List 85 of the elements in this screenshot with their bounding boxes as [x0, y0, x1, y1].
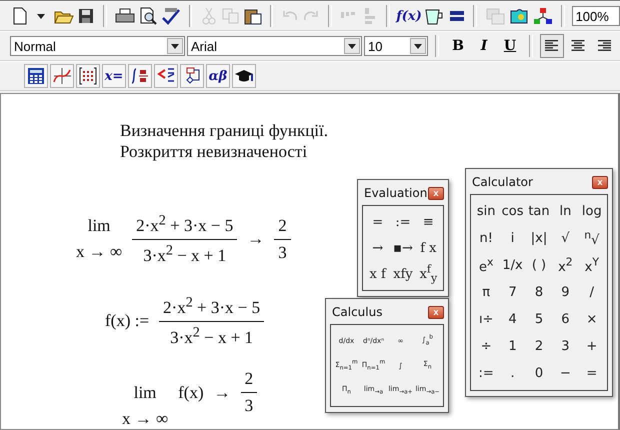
- heading-text: Розкриття невизначеності: [120, 141, 308, 162]
- graph-icon[interactable]: [50, 64, 74, 88]
- palette-button[interactable]: log: [578, 199, 605, 224]
- zoom-field[interactable]: 100%: [572, 6, 620, 26]
- integral-icon[interactable]: [128, 64, 152, 88]
- caret-icon[interactable]: [167, 38, 183, 54]
- fraction-numerator: 2·x$^{2}$ + 3·x − 5: [159, 294, 264, 322]
- palette-button[interactable]: /: [578, 280, 605, 305]
- limit-variable: x → ∞: [76, 241, 122, 264]
- palette-button[interactable]: 5: [526, 307, 552, 332]
- palette-button[interactable]: ( ): [526, 253, 552, 278]
- result-numerator: 2: [240, 369, 258, 393]
- fraction-numerator: 2·x$^{2}$ + 3·x − 5: [132, 212, 238, 240]
- palette-button[interactable]: ı÷: [473, 307, 500, 332]
- palette-button[interactable]: 8: [526, 280, 552, 305]
- result-numerator: 2: [274, 216, 291, 240]
- palette-button[interactable]: 1: [499, 334, 526, 359]
- palette-button[interactable]: |x|: [526, 226, 552, 251]
- palette-button[interactable]: n!: [473, 226, 500, 251]
- calculator-icon[interactable]: [24, 64, 48, 88]
- palette-button[interactable]: =: [578, 361, 605, 386]
- palette-button[interactable]: xfy: [390, 262, 416, 286]
- caret-icon[interactable]: [344, 38, 360, 54]
- function-call: f(x): [178, 382, 204, 402]
- palette-button[interactable]: 3: [552, 334, 579, 359]
- palette-button[interactable]: e$^{x}$: [473, 253, 500, 278]
- style-dropdown[interactable]: Normal: [10, 36, 185, 56]
- palette-button[interactable]: √: [552, 226, 579, 251]
- graduation-cap-icon[interactable]: [232, 64, 256, 88]
- palette-button[interactable]: x f: [365, 262, 390, 286]
- palette-button[interactable]: :=: [473, 361, 500, 386]
- limit-operator: lim: [134, 382, 156, 404]
- palette-title: Calculator: [472, 175, 533, 189]
- palette-button[interactable]: .: [499, 361, 526, 386]
- palette-button[interactable]: ≡: [416, 210, 441, 234]
- palette-button[interactable]: tan: [526, 199, 552, 224]
- font-size-dropdown[interactable]: 10: [364, 36, 428, 56]
- function-name: f(x) :=: [105, 311, 150, 332]
- caret-icon[interactable]: [410, 38, 426, 54]
- palette-title: Evaluation: [364, 186, 428, 200]
- palette-button[interactable]: 4: [499, 307, 526, 332]
- palette-button[interactable]: x$^{2}$: [552, 253, 579, 278]
- fraction-denominator: 3·x$^{2}$ − x + 1: [169, 324, 254, 348]
- palette-button[interactable]: cos: [499, 199, 526, 224]
- palette-button[interactable]: 9: [552, 280, 579, 305]
- fraction-denominator: 3·x$^{2}$ − x + 1: [142, 242, 228, 266]
- palette-button[interactable]: :=: [390, 210, 416, 234]
- palette-button[interactable]: ÷: [473, 334, 500, 359]
- arrow-symbol: →: [214, 382, 231, 402]
- align-icon[interactable]: [540, 34, 564, 58]
- limit-operator: lim: [88, 215, 110, 238]
- palette-button[interactable]: x$^{Y}$: [578, 253, 605, 278]
- matrix-icon[interactable]: [76, 64, 100, 88]
- palette-title: Calculus: [332, 305, 382, 319]
- flowchart-icon[interactable]: [180, 64, 204, 88]
- palette-button[interactable]: 0: [526, 361, 552, 386]
- format-button[interactable]: I: [472, 34, 496, 58]
- palette-button[interactable]: 2: [526, 334, 552, 359]
- palette-button[interactable]: →: [365, 236, 390, 260]
- result-denominator: 3: [277, 242, 288, 263]
- palette-button[interactable]: $^{n}$√: [578, 226, 605, 251]
- limit-variable: x → ∞: [122, 408, 168, 430]
- heading-text: Визначення границі функції.: [120, 120, 328, 141]
- palette-button[interactable]: 1/x: [499, 253, 526, 278]
- toolbar-button[interactable]: αβ: [206, 64, 230, 88]
- palette-button[interactable]: i: [499, 226, 526, 251]
- palette-button[interactable]: ▪→: [390, 236, 416, 260]
- palette-button[interactable]: sin: [473, 199, 500, 224]
- format-button[interactable]: U: [498, 34, 522, 58]
- format-button[interactable]: B: [446, 34, 470, 58]
- palette-button[interactable]: π: [473, 280, 500, 305]
- result-denominator: 3: [244, 395, 254, 416]
- palette-button[interactable]: f x: [416, 236, 441, 260]
- palette-button[interactable]: ln: [552, 199, 579, 224]
- toolbar-button[interactable]: f(x): [397, 4, 422, 28]
- toolbar-button[interactable]: x=: [102, 64, 126, 88]
- palette-button[interactable]: 7: [499, 280, 526, 305]
- palette-button[interactable]: 6: [552, 307, 579, 332]
- arrow-symbol: →: [247, 229, 264, 250]
- palette-button[interactable]: =: [365, 210, 390, 234]
- palette-button[interactable]: +: [578, 334, 605, 359]
- palette-button[interactable]: ×: [578, 307, 605, 332]
- font-dropdown[interactable]: Arial: [187, 36, 362, 56]
- comparison-icon[interactable]: [154, 64, 178, 88]
- palette-button[interactable]: −: [552, 361, 579, 386]
